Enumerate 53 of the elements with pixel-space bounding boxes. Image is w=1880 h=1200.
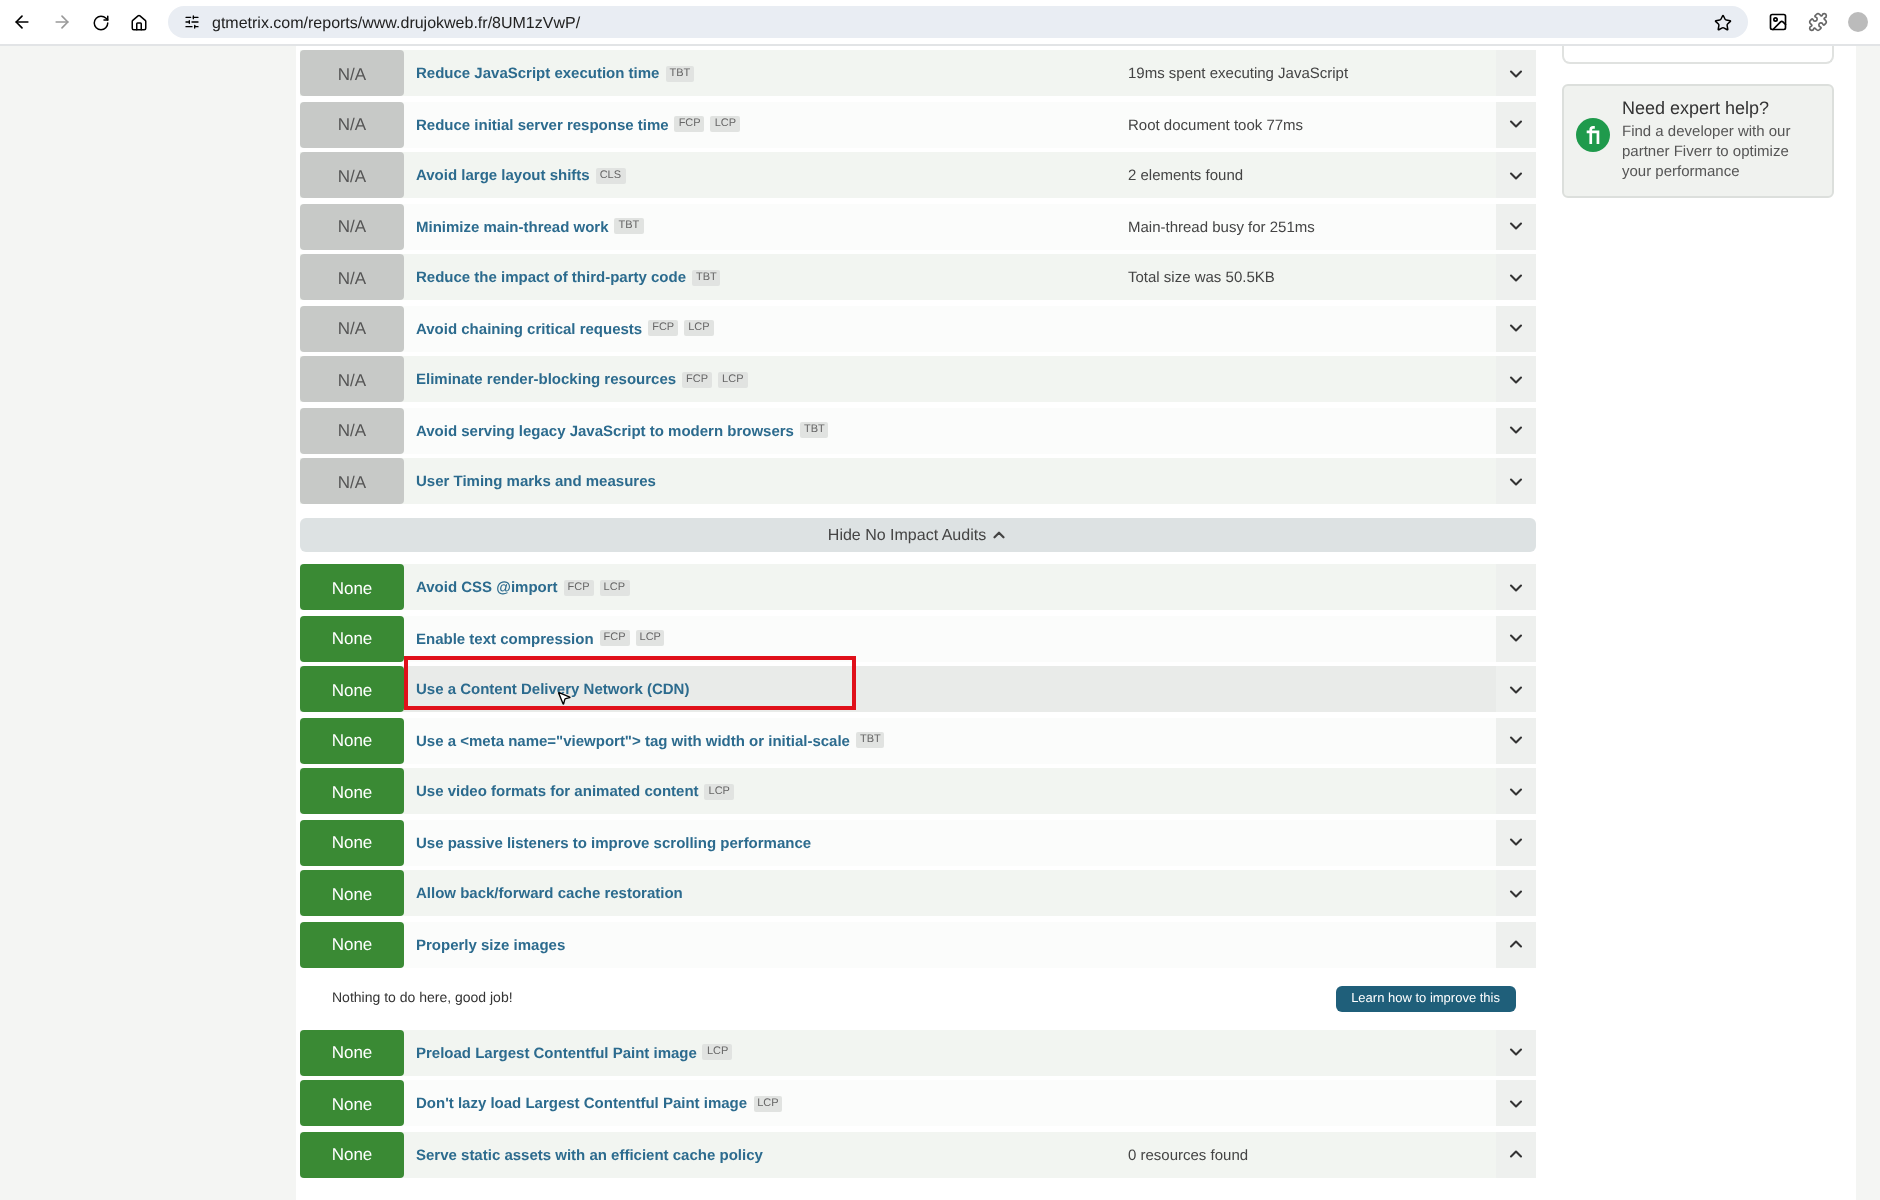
grade-badge: N/A bbox=[300, 356, 404, 402]
expand-button[interactable] bbox=[1496, 666, 1536, 712]
grade-badge: N/A bbox=[300, 50, 404, 96]
expand-button[interactable] bbox=[1496, 305, 1536, 351]
address-bar[interactable]: gtmetrix.com/reports/www.drujokweb.fr/8UM1zVwP/ bbox=[168, 6, 1748, 38]
back-icon[interactable] bbox=[12, 12, 32, 32]
expand-button[interactable] bbox=[1496, 254, 1536, 300]
expand-button[interactable] bbox=[1496, 458, 1536, 504]
grade-badge: N/A bbox=[300, 254, 404, 300]
expand-button[interactable] bbox=[1496, 819, 1536, 865]
home-icon[interactable] bbox=[130, 13, 148, 31]
expand-button[interactable] bbox=[1496, 1080, 1536, 1126]
grade-badge: N/A bbox=[300, 152, 404, 198]
expand-button[interactable] bbox=[1496, 717, 1536, 763]
grade-badge: None bbox=[300, 666, 404, 712]
fiverr-logo-icon bbox=[1576, 118, 1610, 152]
grade-badge: None bbox=[300, 819, 404, 865]
expand-button[interactable] bbox=[1496, 356, 1536, 402]
expand-button[interactable] bbox=[1496, 564, 1536, 610]
grade-badge: None bbox=[300, 768, 404, 814]
help-title: Need expert help? bbox=[1622, 98, 1772, 118]
expand-button[interactable] bbox=[1496, 152, 1536, 198]
extensions-icon[interactable] bbox=[1808, 12, 1828, 32]
grade-badge: None bbox=[300, 1029, 404, 1075]
expand-button[interactable] bbox=[1496, 1029, 1536, 1075]
grade-badge: N/A bbox=[300, 305, 404, 351]
image-icon[interactable] bbox=[1768, 12, 1788, 32]
expand-button[interactable] bbox=[1496, 203, 1536, 249]
hide-audits-button[interactable]: Hide No Impact Audits bbox=[300, 517, 1536, 551]
grade-badge: None bbox=[300, 921, 404, 967]
grade-badge: None bbox=[300, 717, 404, 763]
grade-badge: N/A bbox=[300, 203, 404, 249]
grade-badge: None bbox=[300, 615, 404, 661]
expand-button[interactable] bbox=[1496, 50, 1536, 96]
expand-button[interactable] bbox=[1496, 407, 1536, 453]
grade-badge: N/A bbox=[300, 407, 404, 453]
forward-icon[interactable] bbox=[52, 12, 72, 32]
grade-badge: None bbox=[300, 1080, 404, 1126]
grade-badge: None bbox=[300, 1131, 404, 1177]
bookmark-icon[interactable] bbox=[1714, 13, 1732, 31]
grade-badge: None bbox=[300, 564, 404, 610]
site-settings-icon[interactable] bbox=[184, 14, 200, 30]
reload-icon[interactable] bbox=[92, 13, 110, 31]
expand-button[interactable] bbox=[1496, 921, 1536, 967]
expand-button[interactable] bbox=[1496, 768, 1536, 814]
profile-icon[interactable] bbox=[1848, 12, 1868, 32]
grade-badge: None bbox=[300, 870, 404, 916]
grade-badge: N/A bbox=[300, 101, 404, 147]
expand-button[interactable] bbox=[1496, 1131, 1536, 1177]
expand-button[interactable] bbox=[1496, 101, 1536, 147]
expand-button[interactable] bbox=[1496, 615, 1536, 661]
expand-button[interactable] bbox=[1496, 870, 1536, 916]
grade-badge: N/A bbox=[300, 458, 404, 504]
